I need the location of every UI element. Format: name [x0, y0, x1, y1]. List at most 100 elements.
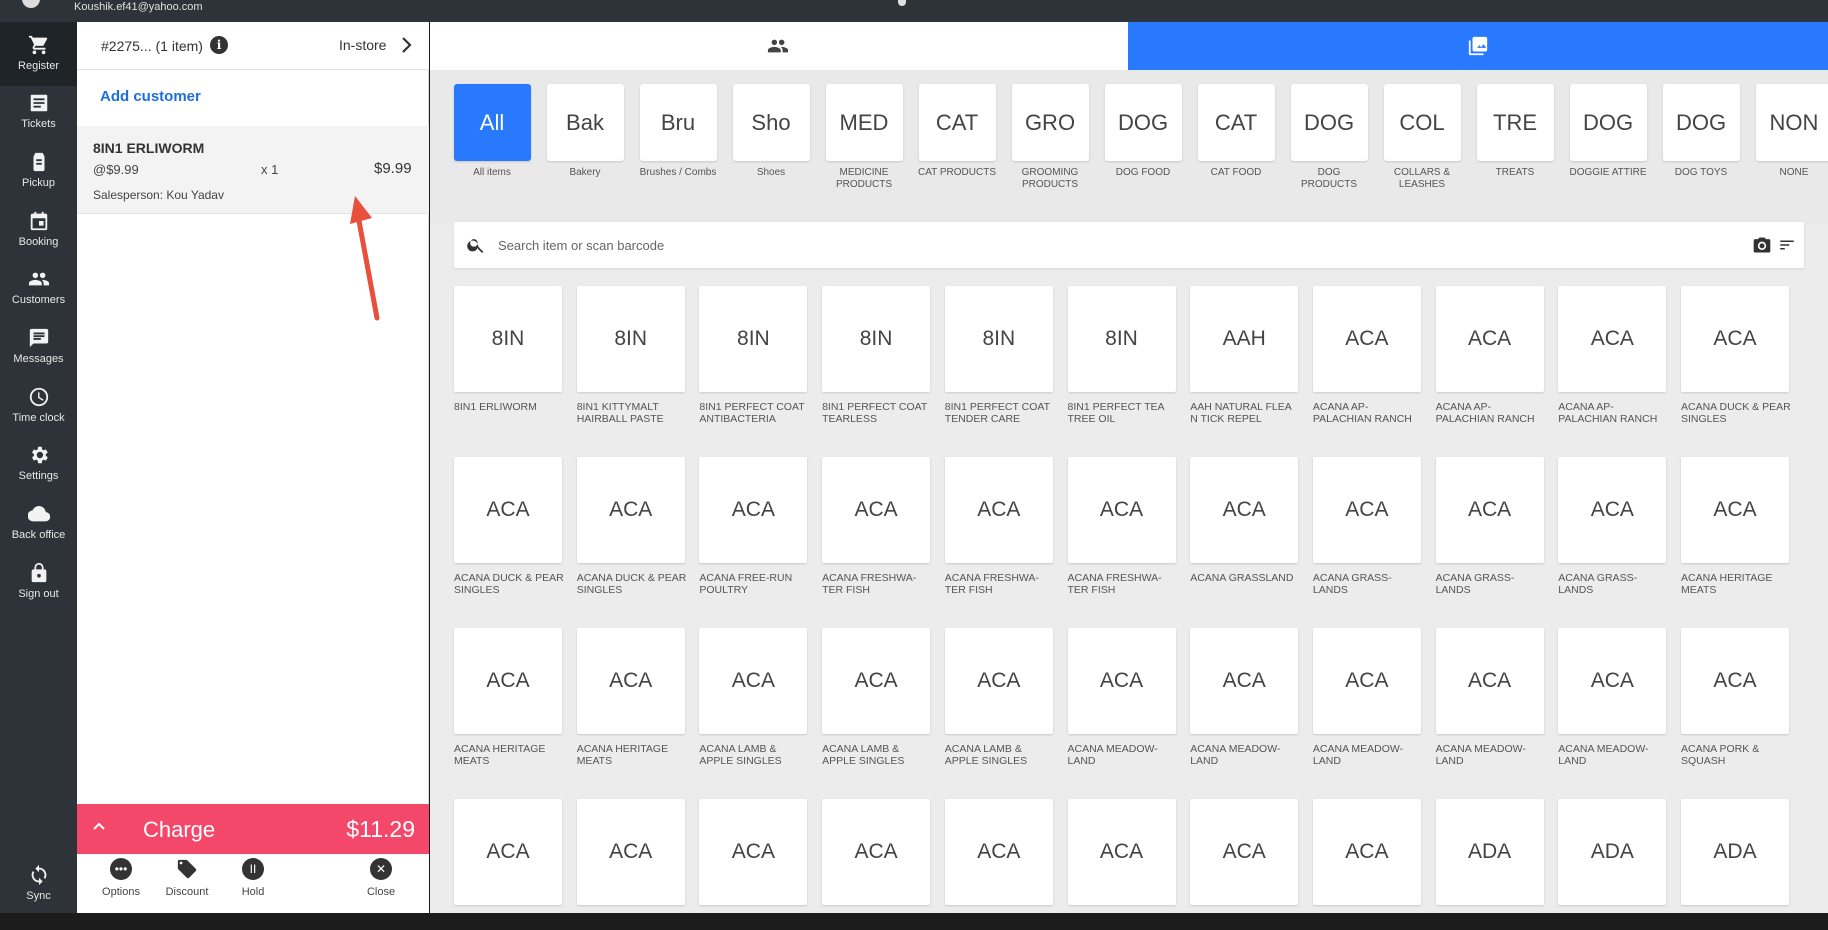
- chevron-up-icon[interactable]: [91, 818, 107, 834]
- item-tile[interactable]: ACA ACANA DUCK & PEAR SINGLES: [576, 457, 687, 617]
- item-tile[interactable]: ACA ACANA MEADOW-LAND: [1435, 628, 1546, 788]
- item-tile[interactable]: 8IN 8IN1 KITTYMALT HAIRBALL PASTE: [576, 286, 687, 446]
- nav-register[interactable]: Register: [0, 22, 77, 86]
- item-abbr: ADA: [1558, 799, 1667, 905]
- category-tile[interactable]: DOG DOG PRODUCTS: [1289, 84, 1369, 191]
- item-name: ACANA PORK & SQUASH: [1681, 743, 1760, 767]
- add-customer-link[interactable]: Add customer: [100, 88, 201, 105]
- item-tile[interactable]: ACA ACANA HERITAGE MEATS: [1681, 457, 1791, 617]
- ticket-number[interactable]: #2275... (1 item): [101, 38, 203, 54]
- category-tile[interactable]: Bak Bakery: [545, 84, 625, 179]
- options-button[interactable]: ••• Options: [91, 858, 151, 900]
- item-tile[interactable]: ACA ACANA FRESHWA-TER FISH: [944, 457, 1055, 617]
- item-tile[interactable]: 8IN 8IN1 PERFECT COAT ANTIBACTERIA: [699, 286, 809, 446]
- item-tile[interactable]: 8IN 8IN1 PERFECT COAT TENDER CARE: [944, 286, 1055, 446]
- charge-button[interactable]: Charge $11.29: [77, 804, 429, 854]
- item-tile[interactable]: 8IN 8IN1 PERFECT COAT TEARLESS: [822, 286, 932, 446]
- item-abbr: ACA: [944, 457, 1053, 563]
- category-name: DOG PRODUCTS: [1300, 167, 1358, 190]
- info-icon[interactable]: i: [210, 36, 228, 54]
- camera-icon[interactable]: [1752, 235, 1772, 255]
- category-tile[interactable]: DOG DOG TOYS: [1661, 84, 1741, 179]
- nav-pickup[interactable]: Pickup: [0, 139, 77, 203]
- item-tile[interactable]: ACA: [1190, 799, 1300, 913]
- item-tile[interactable]: ACA ACANA HERITAGE MEATS: [576, 628, 687, 788]
- nav-signout[interactable]: Sign out: [0, 550, 77, 614]
- item-tile[interactable]: ADA: [1681, 799, 1791, 913]
- nav-backoffice[interactable]: Back office: [0, 491, 77, 555]
- nav-settings[interactable]: Settings: [0, 432, 77, 496]
- item-tile[interactable]: ACA: [576, 799, 687, 913]
- item-name: AAH NATURAL FLEA N TICK REPEL: [1190, 401, 1292, 425]
- bottom-bar: [0, 913, 1828, 930]
- hold-button[interactable]: II Hold: [223, 858, 283, 900]
- avatar-icon[interactable]: [22, 0, 40, 8]
- item-tile[interactable]: ACA ACANA DUCK & PEAR SINGLES: [454, 457, 564, 617]
- nav-sync[interactable]: Sync: [0, 852, 77, 916]
- category-tile[interactable]: Bru Brushes / Combs: [638, 84, 718, 179]
- category-tile[interactable]: DOG DOGGIE ATTIRE: [1568, 84, 1648, 179]
- category-tile[interactable]: CAT CAT PRODUCTS: [917, 84, 997, 179]
- item-tile[interactable]: ACA ACANA AP-PALACHIAN RANCH: [1312, 286, 1423, 446]
- item-tile[interactable]: ACA ACANA MEADOW-LAND: [1067, 628, 1178, 788]
- nav-messages[interactable]: Messages: [0, 315, 77, 379]
- item-tile[interactable]: ACA ACANA GRASS-LANDS: [1312, 457, 1423, 617]
- item-tile[interactable]: ACA ACANA DUCK & PEAR SINGLES: [1681, 286, 1791, 446]
- item-tile[interactable]: ACA: [454, 799, 564, 913]
- item-tile[interactable]: ACA: [1312, 799, 1423, 913]
- item-tile[interactable]: ACA ACANA FRESHWA-TER FISH: [1067, 457, 1178, 617]
- close-button[interactable]: ✕ Close: [351, 858, 411, 900]
- search-input[interactable]: [498, 234, 1698, 256]
- pause-icon: II: [242, 858, 264, 880]
- item-tile[interactable]: ACA ACANA PORK & SQUASH: [1681, 628, 1791, 788]
- nav-tickets[interactable]: Tickets: [0, 80, 77, 144]
- tab-gallery[interactable]: [1128, 22, 1828, 70]
- chevron-right-icon[interactable]: [399, 35, 415, 55]
- category-tile[interactable]: DOG DOG FOOD: [1103, 84, 1183, 179]
- item-tile[interactable]: ACA ACANA GRASSLAND: [1190, 457, 1300, 617]
- item-tile[interactable]: ACA ACANA MEADOW-LAND: [1312, 628, 1423, 788]
- category-tile[interactable]: All All items: [452, 84, 532, 179]
- item-tile[interactable]: ACA ACANA LAMB & APPLE SINGLES: [944, 628, 1055, 788]
- item-tile[interactable]: AAH AAH NATURAL FLEA N TICK REPEL: [1190, 286, 1300, 446]
- item-tile[interactable]: ACA ACANA AP-PALACHIAN RANCH: [1558, 286, 1668, 446]
- item-abbr: ACA: [699, 457, 808, 563]
- category-tile[interactable]: MED MEDICINE PRODUCTS: [824, 84, 904, 191]
- item-tile[interactable]: ACA ACANA FREE-RUN POULTRY: [699, 457, 809, 617]
- nav-booking[interactable]: Booking: [0, 198, 77, 262]
- item-tile[interactable]: ACA ACANA AP-PALACHIAN RANCH: [1435, 286, 1546, 446]
- item-tile[interactable]: ACA ACANA FRESHWA-TER FISH: [822, 457, 932, 617]
- category-tile[interactable]: CAT CAT FOOD: [1196, 84, 1276, 179]
- category-tile[interactable]: GRO GROOMING PRODUCTS: [1010, 84, 1090, 191]
- item-tile[interactable]: ACA ACANA HERITAGE MEATS: [454, 628, 564, 788]
- item-tile[interactable]: 8IN 8IN1 ERLIWORM: [454, 286, 564, 446]
- nav-timeclock[interactable]: Time clock: [0, 374, 77, 438]
- item-tile[interactable]: ACA ACANA LAMB & APPLE SINGLES: [822, 628, 932, 788]
- item-tile[interactable]: ACA: [944, 799, 1055, 913]
- item-tile[interactable]: ACA: [1067, 799, 1178, 913]
- item-abbr: ADA: [1681, 799, 1789, 905]
- category-abbr: DOG: [1290, 84, 1368, 161]
- item-tile[interactable]: ACA ACANA GRASS-LANDS: [1558, 457, 1668, 617]
- category-tile[interactable]: Sho Shoes: [731, 84, 811, 179]
- item-tile[interactable]: ACA ACANA GRASS-LANDS: [1435, 457, 1546, 617]
- line-item-quantity[interactable]: x 1: [261, 162, 278, 177]
- sort-icon[interactable]: [1778, 236, 1796, 254]
- category-tile[interactable]: COL COLLARS & LEASHES: [1382, 84, 1462, 191]
- item-tile[interactable]: ADA: [1435, 799, 1546, 913]
- category-tile[interactable]: TRE TREATS: [1475, 84, 1555, 179]
- item-tile[interactable]: 8IN 8IN1 PERFECT TEA TREE OIL: [1067, 286, 1178, 446]
- category-name: Bakery: [569, 167, 601, 178]
- item-tile[interactable]: ADA: [1558, 799, 1668, 913]
- item-tile[interactable]: ACA ACANA MEADOW-LAND: [1190, 628, 1300, 788]
- item-name: 8IN1 PERFECT COAT ANTIBACTERIA: [699, 401, 805, 425]
- item-tile[interactable]: ACA ACANA MEADOW-LAND: [1558, 628, 1668, 788]
- discount-button[interactable]: Discount: [157, 858, 217, 900]
- item-tile[interactable]: ACA: [699, 799, 809, 913]
- nav-customers[interactable]: Customers: [0, 256, 77, 320]
- category-tile[interactable]: NON NONE: [1754, 84, 1828, 179]
- tab-customers[interactable]: [430, 22, 1128, 70]
- item-tile[interactable]: ACA ACANA LAMB & APPLE SINGLES: [699, 628, 809, 788]
- item-tile[interactable]: ACA: [822, 799, 932, 913]
- order-mode[interactable]: In-store: [339, 37, 386, 53]
